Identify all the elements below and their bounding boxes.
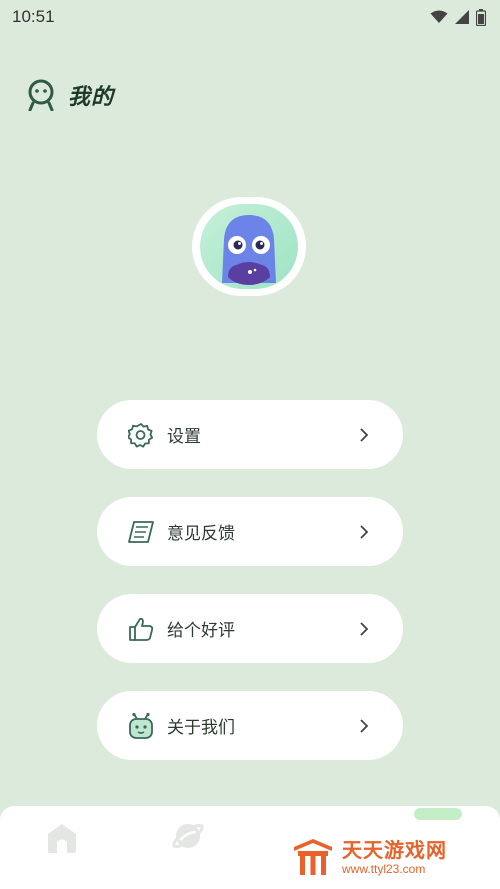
notebook-icon bbox=[127, 518, 155, 546]
watermark-url: www.ttyl23.com bbox=[342, 861, 426, 876]
robot-icon bbox=[127, 712, 155, 740]
chevron-right-icon bbox=[357, 524, 371, 539]
thumbs-up-icon bbox=[127, 615, 155, 643]
rate-menu-item[interactable]: 给个好评 bbox=[97, 594, 403, 663]
wifi-icon bbox=[430, 10, 448, 23]
about-label: 关于我们 bbox=[167, 718, 235, 738]
blue-monster-avatar bbox=[222, 214, 276, 285]
chevron-right-icon bbox=[357, 621, 371, 636]
status-time: 10:51 bbox=[12, 7, 55, 26]
page-header: 我的 bbox=[26, 78, 114, 112]
page-title: 我的 bbox=[68, 85, 115, 110]
settings-menu-item[interactable]: 设置 bbox=[97, 400, 403, 469]
status-icons bbox=[430, 8, 486, 26]
avatar[interactable] bbox=[192, 197, 306, 296]
home-icon[interactable] bbox=[44, 820, 80, 856]
profile-tab[interactable] bbox=[414, 808, 462, 820]
status-bar: 10:51 bbox=[0, 0, 500, 34]
watermark-title: 天天游戏网 bbox=[342, 837, 447, 862]
feedback-label: 意见反馈 bbox=[167, 524, 235, 544]
chevron-right-icon bbox=[357, 718, 371, 733]
battery-icon bbox=[476, 8, 486, 26]
watermark: 天天游戏网 www.ttyl23.com bbox=[292, 834, 447, 880]
feedback-menu-item[interactable]: 意见反馈 bbox=[97, 497, 403, 566]
chevron-right-icon bbox=[357, 427, 371, 442]
watermark-logo-icon bbox=[294, 839, 332, 875]
rate-label: 给个好评 bbox=[167, 621, 235, 641]
smiley-person-icon bbox=[28, 79, 54, 111]
avatar-image bbox=[200, 204, 298, 289]
signal-icon bbox=[455, 10, 469, 24]
planet-icon[interactable] bbox=[170, 818, 206, 854]
gear-icon bbox=[127, 421, 155, 449]
settings-label: 设置 bbox=[167, 427, 201, 447]
menu-list: 设置 意见反馈 给个好评 关于我们 bbox=[97, 400, 403, 788]
about-menu-item[interactable]: 关于我们 bbox=[97, 691, 403, 760]
